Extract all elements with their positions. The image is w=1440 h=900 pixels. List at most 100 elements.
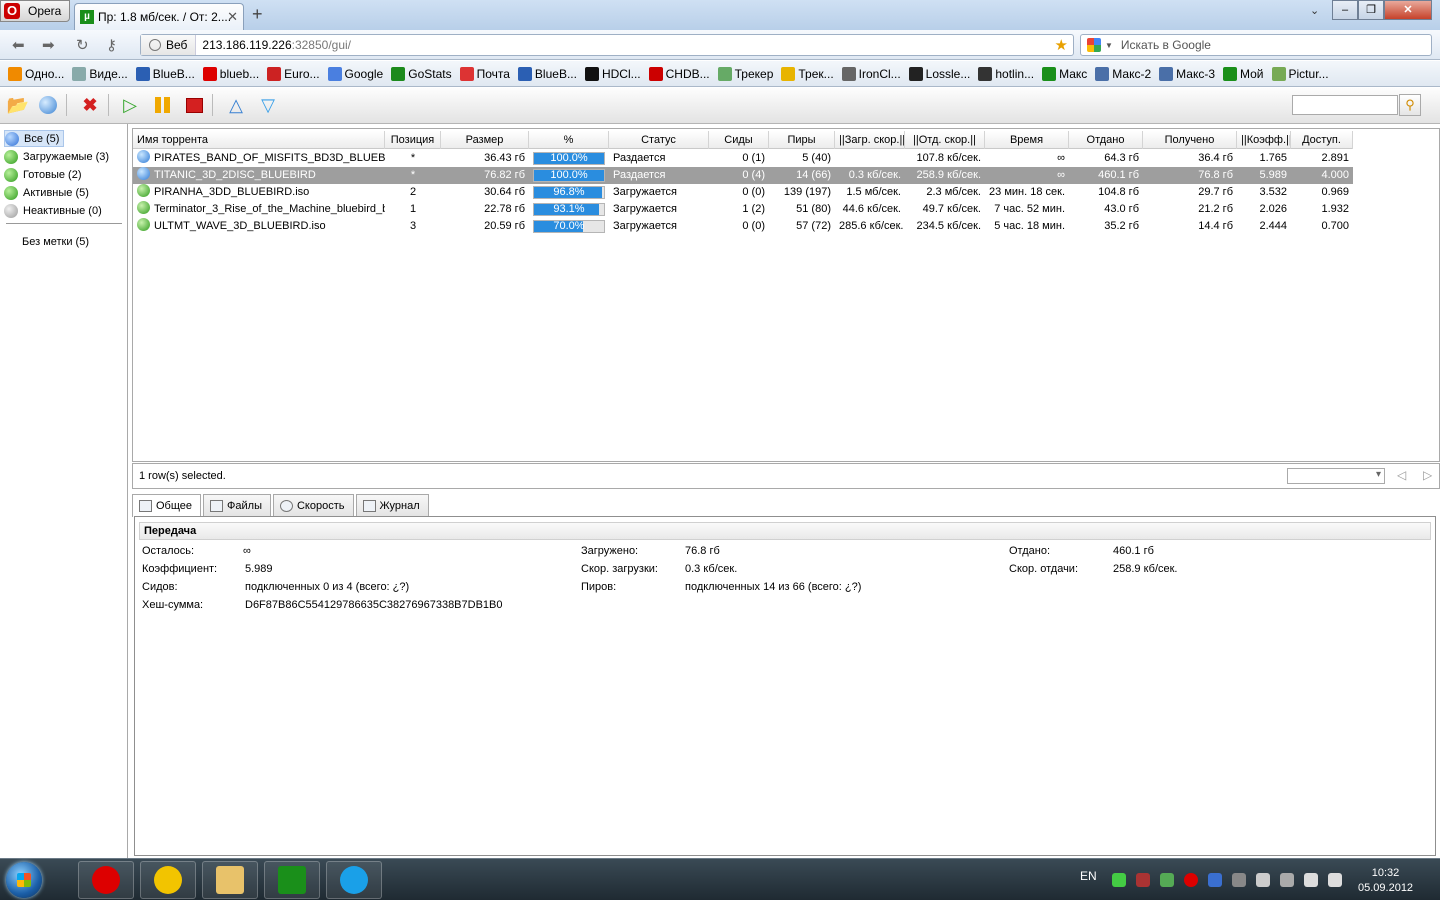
add-url-icon[interactable] [36,94,60,116]
prev-page-icon[interactable]: ◁ [1397,468,1406,482]
column-header[interactable]: Получено [1143,131,1237,149]
search-input[interactable]: ▼ Искать в Google [1080,34,1432,56]
utorrent-tray-icon[interactable] [1112,873,1126,887]
column-header[interactable]: ||Отд. скор.|| [905,131,985,149]
utorrent-app[interactable] [264,861,320,899]
sidebar-item-no-label[interactable]: Без метки (5) [22,233,93,250]
column-header[interactable]: Время [985,131,1069,149]
bookmark-item[interactable]: BlueB... [517,66,577,81]
bookmark-item[interactable]: IronCl... [841,66,901,81]
bookmark-item[interactable]: Макс-2 [1095,66,1151,81]
column-header[interactable]: ||Коэфф.|| [1237,131,1291,149]
bookmark-item[interactable]: Мой [1223,66,1264,81]
key-icon[interactable]: ⚷ [106,36,117,54]
bluetooth-tray-icon[interactable] [1208,873,1222,887]
column-header[interactable]: Позиция [385,131,441,149]
sidebar-item[interactable]: Готовые (2) [4,166,86,183]
chrome-app[interactable] [140,861,196,899]
bookmark-item[interactable]: Google [327,66,383,81]
web-badge[interactable]: Веб [141,35,197,55]
add-torrent-icon[interactable]: 📂 [6,94,30,116]
address-field[interactable]: Веб 213.186.119.226:32850/gui/ ★ [140,34,1074,56]
remove-icon[interactable]: ✖ [78,94,102,116]
sidebar-item[interactable]: Загружаемые (3) [4,148,113,165]
browser-tab[interactable]: µ Пр: 1.8 мб/сек. / От: 2.... ✕ [74,3,244,30]
antivirus-tray-icon[interactable] [1136,873,1150,887]
column-header[interactable]: Доступ. [1291,131,1353,149]
bookmark-item[interactable]: Pictur... [1271,66,1329,81]
sidebar-item[interactable]: Все (5) [4,130,65,147]
start-button[interactable] [6,862,42,898]
sidebar-item[interactable]: Активные (5) [4,184,93,201]
opera-app[interactable] [78,861,134,899]
bookmark-item[interactable]: Одно... [8,66,64,81]
column-header[interactable]: Сиды [709,131,769,149]
search-engine-dropdown-icon[interactable]: ▼ [1105,41,1113,50]
bookmark-item[interactable]: CHDB... [648,66,710,81]
torrent-search-input[interactable] [1292,95,1398,115]
detail-tab[interactable]: Журнал [355,494,429,516]
pause-icon[interactable] [150,94,174,116]
tab-menu-chevron-icon[interactable]: ⌄ [1310,4,1319,17]
move-up-icon[interactable]: △ [224,94,248,116]
action-center-flag-icon[interactable] [1256,873,1270,887]
column-header[interactable]: % [529,131,609,149]
detail-tab[interactable]: Файлы [203,494,271,516]
bookmark-item[interactable]: HDCl... [584,66,641,81]
bookmark-item[interactable]: Трекер [717,66,773,81]
new-tab-button[interactable]: + [252,4,263,25]
torrent-name-cell: ULTMT_WAVE_3D_BLUEBIRD.iso [133,218,385,235]
start-icon[interactable]: ▷ [118,94,142,116]
explorer-app[interactable] [202,861,258,899]
bookmark-item[interactable]: Почта [459,66,510,81]
bookmark-item[interactable]: Трек... [781,66,834,81]
volume-icon[interactable] [1328,873,1342,887]
display-tray-icon[interactable] [1280,873,1294,887]
bookmark-item[interactable]: Виде... [72,66,128,81]
table-row[interactable]: TITANIC_3D_2DISC_BLUEBIRD * 76.82 гб 100.0%… [133,167,1353,184]
opera-tray-icon[interactable] [1184,873,1198,887]
detail-tab[interactable]: Общее [132,494,202,517]
reload-icon[interactable]: ↻ [76,36,89,54]
bookmark-item[interactable]: Макс-3 [1159,66,1215,81]
table-row[interactable]: PIRATES_BAND_OF_MISFITS_BD3D_BLUEBIRD * 36… [133,150,1353,167]
stop-icon[interactable] [182,94,206,116]
minimize-button[interactable]: – [1332,0,1358,20]
opera-menu-button[interactable]: O Opera [0,0,70,22]
bookmark-item[interactable]: Euro... [267,66,320,81]
forward-icon[interactable]: ➡ [42,36,55,54]
bookmark-item[interactable]: Макс [1042,66,1087,81]
clock[interactable]: 10:32 05.09.2012 [1358,866,1413,896]
search-icon[interactable]: ⚲ [1399,94,1421,116]
close-window-button[interactable]: ✕ [1384,0,1432,20]
column-header[interactable]: Имя торрента [133,131,385,149]
column-header[interactable]: Статус [609,131,709,149]
sync-tray-icon[interactable] [1160,873,1174,887]
network-signal-icon[interactable] [1304,873,1318,887]
table-row[interactable]: PIRANHA_3DD_BLUEBIRD.iso 2 30.64 гб 96.8% За… [133,184,1353,201]
table-row[interactable]: Terminator_3_Rise_of_the_Machine_bluebir… [133,201,1353,218]
sidebar-item[interactable]: Неактивные (0) [4,202,106,219]
bookmark-item[interactable]: hotlin... [978,66,1034,81]
close-tab-icon[interactable]: ✕ [227,9,238,25]
detail-tab[interactable]: Скорость [272,494,354,516]
table-row[interactable]: ULTMT_WAVE_3D_BLUEBIRD.iso 3 20.59 гб 70.0%… [133,218,1353,235]
column-header[interactable]: Размер [441,131,529,149]
column-header[interactable]: Пиры [769,131,835,149]
cell-size: 20.59 гб [484,220,525,232]
media-tray-icon[interactable] [1232,873,1246,887]
bookmark-item[interactable]: Lossle... [908,66,970,81]
bookmark-item[interactable]: blueb... [202,66,259,81]
maximize-button[interactable]: ❐ [1358,0,1384,20]
column-header[interactable]: Отдано [1069,131,1143,149]
move-down-icon[interactable]: ▽ [256,94,280,116]
language-indicator[interactable]: EN [1080,869,1097,883]
page-select[interactable] [1287,468,1385,484]
bookmark-item[interactable]: BlueB... [135,66,195,81]
back-icon[interactable]: ⬅ [12,36,25,54]
bookmark-star-icon[interactable]: ★ [1055,36,1068,54]
bookmark-item[interactable]: GoStats [391,66,452,81]
column-header[interactable]: ||Загр. скор.|| [835,131,905,149]
next-page-icon[interactable]: ▷ [1423,468,1432,482]
skype-app[interactable] [326,861,382,899]
